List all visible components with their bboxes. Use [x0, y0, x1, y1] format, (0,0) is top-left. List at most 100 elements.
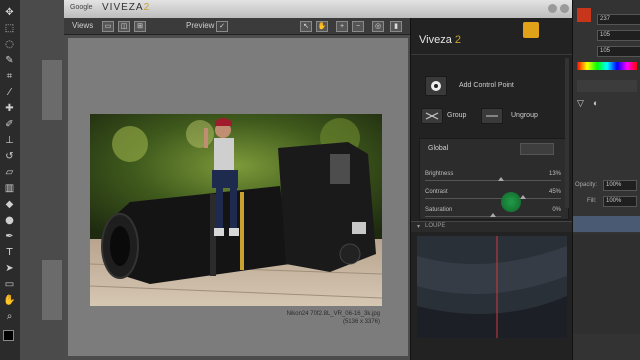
eraser-tool-icon[interactable]: ▱	[3, 166, 16, 179]
background-toggle-button[interactable]: ▮	[390, 21, 402, 32]
views-label: Views	[72, 21, 94, 30]
fill-field[interactable]: 100%	[603, 196, 637, 207]
slider-track[interactable]	[425, 198, 561, 199]
color-value-r[interactable]: 237	[597, 14, 640, 25]
pointer-tool-button[interactable]: ↖	[300, 21, 312, 32]
add-control-point-button[interactable]	[425, 76, 447, 96]
brand-label: Google	[70, 4, 93, 11]
lasso-tool-icon[interactable]: ◌	[3, 38, 16, 51]
document-edge	[42, 260, 62, 320]
dodge-tool-icon[interactable]: ●	[3, 214, 16, 227]
adjustments-header[interactable]	[577, 80, 637, 92]
zoom-tool-icon[interactable]: ⌕	[3, 310, 16, 323]
hand-tool-button[interactable]: ✋	[316, 21, 328, 32]
group-label[interactable]: Group	[447, 112, 466, 119]
slider-thumb[interactable]	[490, 213, 496, 217]
product-title: VIVEZA2	[102, 2, 150, 13]
brightness-slider[interactable]: Brightness 13%	[425, 170, 561, 182]
image-caption: Nikon24 70f2.8L_VR_06-16_3k.jpg (5136 x …	[204, 310, 380, 326]
slider-thumb[interactable]	[519, 195, 526, 199]
loupe-label: LOUPE	[425, 223, 446, 229]
document-edge	[42, 60, 62, 120]
camera-photo-illustration	[90, 114, 382, 306]
window-minimize-button[interactable]	[548, 4, 557, 13]
clone-stamp-icon[interactable]: ⊥	[3, 134, 16, 147]
color-value-g[interactable]: 105	[597, 30, 640, 41]
contrast-value: 45%	[548, 189, 561, 195]
brush-tool-icon[interactable]: ✐	[3, 118, 16, 131]
history-brush-icon[interactable]: ↺	[3, 150, 16, 163]
opacity-field[interactable]: 100%	[603, 180, 637, 191]
fill-label: Fill:	[587, 198, 597, 204]
saturation-slider[interactable]: Saturation 0%	[425, 206, 561, 218]
photoshop-toolbar: ✥ ⬚ ◌ ✎ ⌗ ⁄ ✚ ✐ ⊥ ↺ ▱ ▥ ◆ ● ✒ T ➤ ▭ ✋ ⌕	[0, 0, 21, 360]
slider-thumb[interactable]	[498, 177, 505, 181]
layer-row-selected[interactable]	[573, 216, 640, 232]
ungroup-label[interactable]: Ungroup	[511, 112, 538, 119]
add-control-point-label[interactable]: Add Control Point	[459, 82, 514, 89]
hand-tool-icon[interactable]: ✋	[3, 294, 16, 307]
ungroup-icon	[486, 115, 498, 117]
color-value-b[interactable]: 105	[597, 46, 640, 57]
healing-brush-icon[interactable]: ✚	[3, 102, 16, 115]
click-indicator-icon	[501, 192, 521, 212]
move-tool-icon[interactable]: ✥	[3, 6, 16, 19]
product-name: VIVEZA	[102, 2, 144, 13]
loupe-toggle-icon[interactable]: ▾	[417, 223, 420, 230]
foreground-color-swatch[interactable]	[3, 330, 14, 341]
preview-area: Views ▭ ◫ ⊞ Preview ✓ ↖ ✋ + − ◎ ▮ Nikon2…	[64, 18, 410, 360]
loupe-view[interactable]	[417, 236, 567, 338]
image-canvas[interactable]: Nikon24 70f2.8L_VR_06-16_3k.jpg (5136 x …	[68, 38, 408, 356]
blur-tool-icon[interactable]: ◆	[3, 198, 16, 211]
quick-select-tool-icon[interactable]: ✎	[3, 54, 16, 67]
control-point-icon	[431, 81, 441, 91]
preview-toolbar: Views ▭ ◫ ⊞ Preview ✓ ↖ ✋ + − ◎ ▮	[64, 18, 410, 35]
preview-image[interactable]	[90, 114, 382, 306]
ungroup-button[interactable]	[481, 108, 503, 124]
saturation-value: 0%	[552, 207, 561, 213]
saturation-label: Saturation	[425, 207, 453, 213]
group-button[interactable]	[421, 108, 443, 124]
panel-title-version: 2	[454, 34, 462, 46]
zoom-out-button[interactable]: −	[352, 21, 364, 32]
slider-track[interactable]	[425, 180, 561, 181]
zoom-in-button[interactable]: +	[336, 21, 348, 32]
brightness-label: Brightness	[425, 171, 454, 177]
side-by-side-button[interactable]: ⊞	[134, 21, 146, 32]
color-ramp[interactable]	[577, 62, 637, 70]
image-dimensions: (5136 x 3376)	[342, 319, 380, 325]
divider	[411, 54, 573, 55]
split-view-button[interactable]: ◫	[118, 21, 130, 32]
zoom-fit-button[interactable]: ◎	[372, 21, 384, 32]
preview-checkbox[interactable]: ✓	[216, 21, 228, 32]
window-close-button[interactable]	[560, 4, 569, 13]
photoshop-side-panels: 237 105 105 ▽ ◐ Opacity: 100% Fill: 100%	[572, 0, 640, 360]
nik-logo-icon	[523, 22, 539, 38]
viveza-window: Google VIVEZA2 Views ▭ ◫ ⊞ Preview ✓ ↖ ✋…	[64, 0, 573, 360]
global-toggle[interactable]	[520, 143, 554, 155]
contrast-slider[interactable]: Contrast 45%	[425, 188, 561, 200]
loupe-image	[417, 236, 567, 338]
shape-tool-icon[interactable]: ▭	[3, 278, 16, 291]
pen-tool-icon[interactable]: ✒	[3, 230, 16, 243]
color-swatch[interactable]	[577, 8, 591, 22]
crop-tool-icon[interactable]: ⌗	[3, 70, 16, 83]
layers-list[interactable]	[573, 234, 640, 334]
photoshop-canvas-edge	[20, 0, 64, 360]
opacity-label: Opacity:	[575, 182, 598, 188]
loupe-header[interactable]: ▾ LOUPE	[411, 221, 573, 232]
panel-title-name: Viveza	[419, 34, 452, 46]
window-titlebar[interactable]: Google VIVEZA2	[64, 0, 572, 19]
marquee-tool-icon[interactable]: ⬚	[3, 22, 16, 35]
path-select-icon[interactable]: ➤	[3, 262, 16, 275]
single-view-button[interactable]: ▭	[102, 21, 114, 32]
viveza-control-panel: Viveza 2 Add Control Point Group Ungroup…	[410, 18, 573, 360]
type-tool-icon[interactable]: T	[3, 246, 16, 259]
curves-icon[interactable]: ◐	[593, 98, 603, 108]
global-label: Global	[428, 145, 449, 152]
panel-scrollbar[interactable]	[565, 58, 569, 208]
contrast-label: Contrast	[425, 189, 448, 195]
levels-icon[interactable]: ▽	[577, 98, 587, 108]
eyedropper-tool-icon[interactable]: ⁄	[3, 86, 16, 99]
gradient-tool-icon[interactable]: ▥	[3, 182, 16, 195]
